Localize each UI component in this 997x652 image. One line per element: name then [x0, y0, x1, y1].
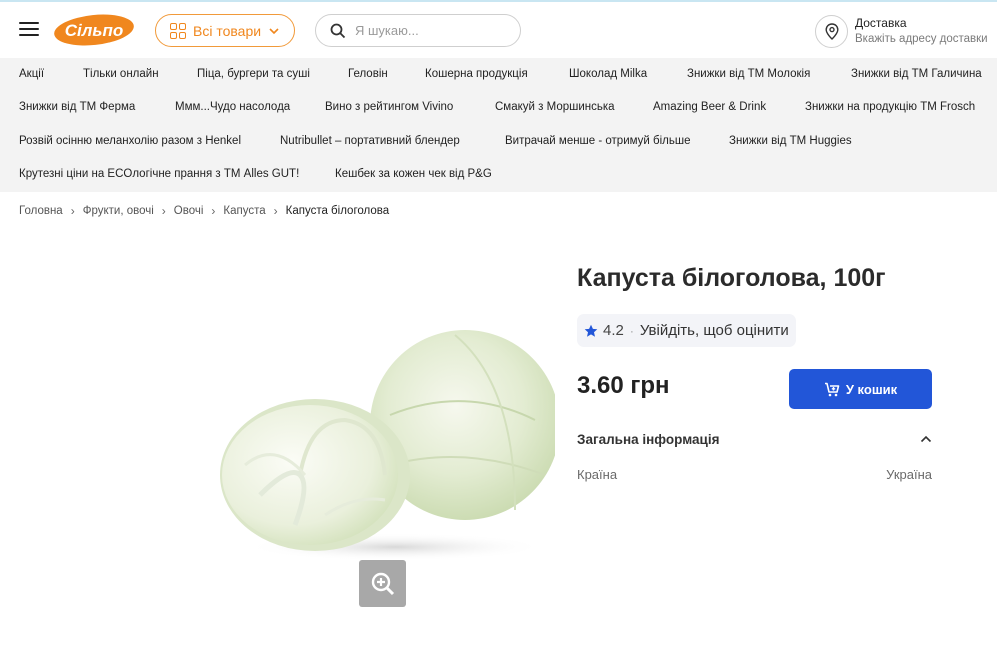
all-products-button[interactable]: Всі товари	[155, 14, 295, 47]
promo-navigation: Акції Тільки онлайн Піца, бургери та суш…	[0, 58, 997, 192]
promo-link-molokiia[interactable]: Знижки від ТМ Молокія	[687, 68, 810, 80]
zoom-in-button[interactable]	[359, 560, 406, 607]
rating-value: 4.2	[603, 322, 624, 339]
add-to-cart-label: У кошик	[845, 381, 898, 397]
promo-link-halloween[interactable]: Геловін	[348, 68, 388, 80]
info-row-country: Країна Україна	[577, 467, 932, 482]
chevron-up-icon	[920, 435, 932, 443]
location-pin-icon	[815, 14, 848, 48]
promo-link-ferma[interactable]: Знижки від ТМ Ферма	[19, 101, 135, 113]
promo-link-amazing-beer[interactable]: Amazing Beer & Drink	[653, 101, 766, 113]
search-bar[interactable]	[315, 14, 521, 47]
product-image[interactable]	[215, 325, 560, 565]
info-value: Україна	[886, 467, 932, 482]
login-to-rate-link[interactable]: Увійдіть, щоб оцінити	[640, 322, 789, 339]
breadcrumb-home[interactable]: Головна	[19, 205, 63, 217]
star-icon	[584, 324, 598, 337]
promo-link-huggies[interactable]: Знижки від ТМ Huggies	[729, 135, 852, 147]
promo-link-alles-gut[interactable]: Крутезні ціни на ECOлогічне прання з ТМ …	[19, 168, 299, 180]
general-info-title: Загальна інформація	[577, 431, 720, 447]
promo-link-morshynska[interactable]: Смакуй з Моршинська	[495, 101, 615, 113]
chevron-right-icon: ›	[211, 204, 216, 218]
breadcrumb-cabbage[interactable]: Капуста	[223, 205, 265, 217]
menu-icon[interactable]	[19, 21, 39, 37]
zoom-in-icon	[371, 572, 394, 595]
search-icon	[330, 23, 346, 38]
promo-link-halychyna[interactable]: Знижки від ТМ Галичина	[851, 68, 982, 80]
chevron-right-icon: ›	[273, 204, 278, 218]
product-price: 3.60 грн	[577, 372, 670, 399]
product-title: Капуста білоголова, 100г	[577, 264, 886, 292]
all-products-label: Всі товари	[193, 22, 262, 39]
promo-link-spend-less[interactable]: Витрачай менше - отримуй більше	[505, 135, 691, 147]
promo-link-chudo[interactable]: Ммм...Чудо насолода	[175, 101, 290, 113]
header: Сільпо Всі товари Доставка Вкажіть адрес…	[0, 2, 997, 58]
promo-link-pizza-burgers-sushi[interactable]: Піца, бургери та суші	[197, 68, 310, 80]
breadcrumb: Головна › Фрукти, овочі › Овочі › Капуст…	[19, 204, 389, 218]
promo-link-frosch[interactable]: Знижки на продукцію ТМ Frosch	[805, 101, 975, 113]
search-input[interactable]	[355, 23, 505, 38]
promo-link-vivino[interactable]: Вино з рейтингом Vivino	[325, 101, 453, 113]
grid-icon	[170, 22, 186, 39]
breadcrumb-fruits-vegetables[interactable]: Фрукти, овочі	[83, 205, 154, 217]
separator-dot: ·	[629, 323, 634, 338]
breadcrumb-vegetables[interactable]: Овочі	[174, 205, 204, 217]
promo-link-pg-cashback[interactable]: Кешбек за кожен чек від P&G	[335, 168, 492, 180]
rating-box: 4.2 · Увійдіть, щоб оцінити	[577, 314, 796, 347]
cart-icon	[824, 382, 840, 396]
promo-link-online-only[interactable]: Тільки онлайн	[83, 68, 159, 80]
promo-link-milka[interactable]: Шоколад Milka	[569, 68, 647, 80]
chevron-right-icon: ›	[70, 204, 75, 218]
promo-link-sales[interactable]: Акції	[19, 68, 44, 80]
delivery-address-prompt: Вкажіть адресу доставки	[855, 33, 988, 45]
logo[interactable]: Сільпо	[53, 12, 135, 48]
breadcrumb-current: Капуста білоголова	[285, 205, 390, 217]
delivery-title: Доставка	[855, 16, 907, 30]
general-info-toggle[interactable]: Загальна інформація	[577, 430, 932, 448]
chevron-right-icon: ›	[161, 204, 166, 218]
promo-link-nutribullet[interactable]: Nutribullet – портативний блендер	[280, 135, 460, 147]
add-to-cart-button[interactable]: У кошик	[789, 369, 932, 409]
promo-link-henkel[interactable]: Розвій осінню меланхолію разом з Henkel	[19, 135, 241, 147]
svg-text:Сільпо: Сільпо	[65, 21, 123, 40]
delivery-selector[interactable]: Доставка Вкажіть адресу доставки	[815, 13, 988, 49]
info-key: Країна	[577, 467, 618, 482]
promo-link-kosher[interactable]: Кошерна продукція	[425, 68, 528, 80]
chevron-down-icon	[269, 27, 279, 34]
